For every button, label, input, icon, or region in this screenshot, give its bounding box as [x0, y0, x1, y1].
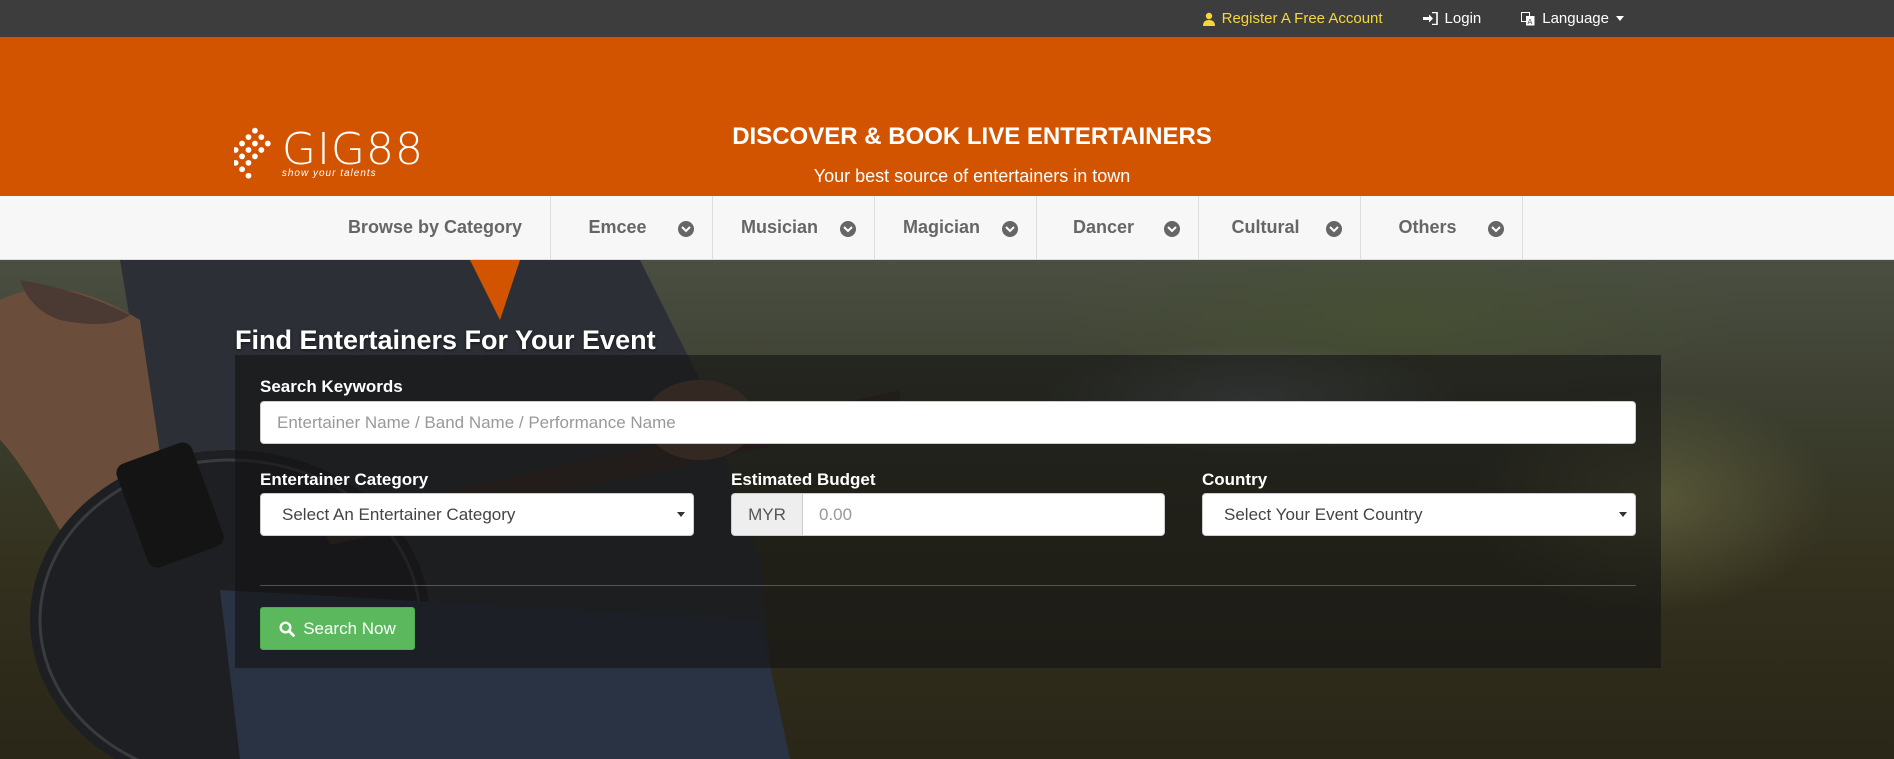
login-link[interactable]: Login — [1422, 10, 1482, 27]
site-header: GIG88 show your talents DISCOVER & BOOK … — [0, 37, 1894, 196]
category-cultural[interactable]: Cultural — [1199, 196, 1361, 259]
search-now-label: Search Now — [303, 618, 396, 638]
category-label: Emcee — [588, 217, 647, 237]
category-emcee[interactable]: Emcee — [551, 196, 713, 259]
chevron-circle-down-icon — [1488, 221, 1504, 237]
search-keywords-placeholder: Entertainer Name / Band Name / Performan… — [277, 412, 676, 432]
user-icon — [1202, 12, 1215, 26]
budget-placeholder: 0.00 — [819, 504, 853, 524]
category-label: Others — [1398, 217, 1457, 237]
category-magician[interactable]: Magician — [875, 196, 1037, 259]
top-bar: Register A Free Account Login A Language — [0, 0, 1894, 37]
chevron-circle-down-icon — [678, 221, 694, 237]
header-subtitle: Your best source of entertainers in town — [813, 166, 1131, 186]
search-keywords-label: Search Keywords — [260, 377, 403, 396]
estimated-budget-label: Estimated Budget — [731, 470, 876, 489]
register-link-label: Register A Free Account — [1221, 10, 1383, 27]
estimated-budget-input[interactable]: 0.00 — [802, 493, 1165, 536]
chevron-circle-down-icon — [1164, 221, 1180, 237]
category-label: Cultural — [1231, 217, 1300, 237]
login-link-label: Login — [1444, 10, 1482, 27]
svg-text:A: A — [1528, 18, 1533, 26]
category-others[interactable]: Others — [1361, 196, 1523, 259]
currency-addon: MYR — [731, 493, 802, 536]
country-selected: Select Your Event Country — [1224, 504, 1423, 524]
chevron-circle-down-icon — [840, 221, 856, 237]
browse-by-category-label: Browse by Category — [308, 196, 551, 259]
language-dropdown[interactable]: A Language — [1521, 10, 1624, 27]
select-arrow-icon — [677, 512, 685, 517]
country-select[interactable]: Select Your Event Country — [1202, 493, 1636, 536]
category-dancer[interactable]: Dancer — [1037, 196, 1199, 259]
category-nav: Browse by Category Emcee Musician Magici… — [0, 196, 1894, 260]
category-label: Musician — [740, 217, 819, 237]
header-title: DISCOVER & BOOK LIVE ENTERTAINERS — [732, 123, 1212, 150]
search-panel: Search Keywords Entertainer Name / Band … — [235, 355, 1661, 668]
entertainer-category-label: Entertainer Category — [260, 470, 429, 489]
search-now-button[interactable]: Search Now — [260, 607, 415, 650]
hero-section: Find Entertainers For Your Event Search … — [0, 260, 1894, 759]
language-label: Language — [1542, 10, 1609, 27]
search-heading: Find Entertainers For Your Event — [235, 325, 656, 355]
category-label: Magician — [902, 217, 981, 237]
register-link[interactable]: Register A Free Account — [1202, 10, 1383, 27]
entertainer-category-selected: Select An Entertainer Category — [282, 504, 516, 524]
translate-icon: A — [1521, 11, 1535, 26]
form-divider — [260, 585, 1636, 586]
country-label: Country — [1202, 470, 1268, 489]
chevron-circle-down-icon — [1326, 221, 1342, 237]
entertainer-category-select[interactable]: Select An Entertainer Category — [260, 493, 694, 536]
sign-in-icon — [1422, 12, 1438, 25]
category-musician[interactable]: Musician — [713, 196, 875, 259]
caret-down-icon — [1616, 16, 1624, 21]
select-arrow-icon — [1619, 512, 1627, 517]
chevron-circle-down-icon — [1002, 221, 1018, 237]
search-keywords-input[interactable]: Entertainer Name / Band Name / Performan… — [260, 401, 1636, 444]
category-label: Dancer — [1072, 217, 1135, 237]
search-icon — [279, 620, 296, 637]
